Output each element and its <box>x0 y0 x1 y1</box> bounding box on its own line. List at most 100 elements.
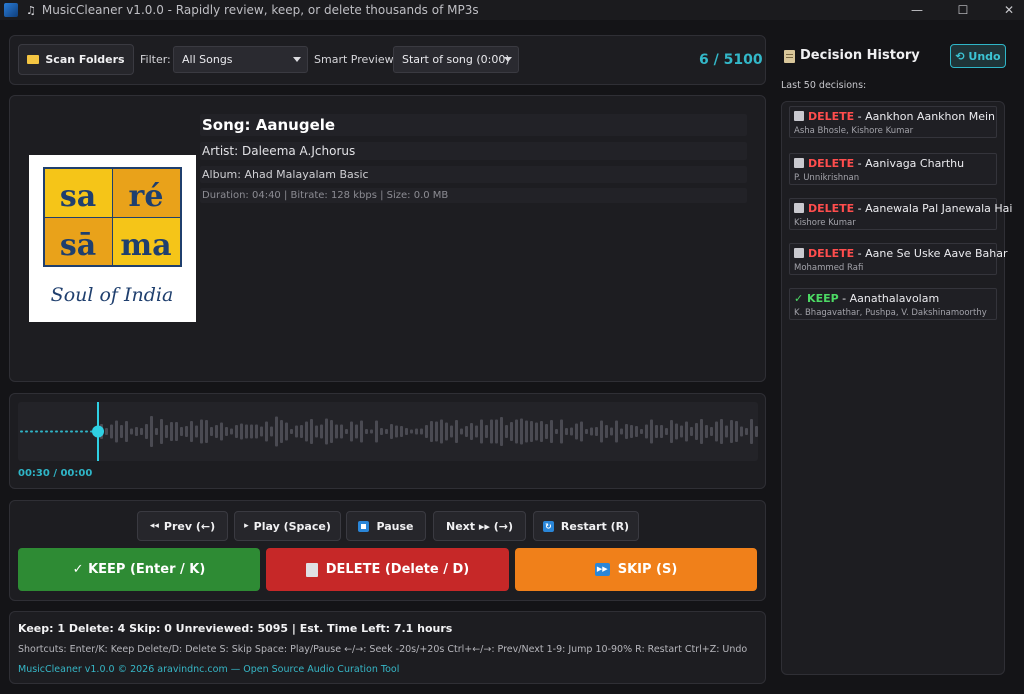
history-action: ✓ KEEP <box>794 292 839 305</box>
history-item[interactable]: DELETE - Aanivaga Charthu P. Unnikrishna… <box>789 153 997 185</box>
waveform-bar <box>210 427 213 436</box>
waveform-bar <box>60 430 63 433</box>
trash-icon <box>305 562 318 577</box>
waveform-bar <box>130 428 133 435</box>
waveform-bar <box>725 425 728 438</box>
waveform-bar <box>630 425 633 438</box>
waveform-bar <box>585 429 588 434</box>
waveform-bar <box>640 429 643 434</box>
waveform-bar <box>295 425 298 438</box>
chevron-down-icon <box>293 57 301 62</box>
next-label: Next ▸▸ (→) <box>446 519 513 533</box>
waveform-bar <box>230 428 233 435</box>
waveform-bar <box>150 416 153 447</box>
restart-button[interactable]: ↻ Restart (R) <box>533 511 639 541</box>
waveform-bar <box>680 425 683 438</box>
restart-label: Restart (R) <box>560 519 630 533</box>
waveform-bar <box>320 424 323 439</box>
waveform-bar <box>140 428 143 435</box>
waveform-bar <box>610 427 613 436</box>
history-artist: Mohammed Rafi <box>794 263 864 273</box>
waveform-bar <box>65 430 68 433</box>
waveform-bar <box>595 427 598 436</box>
waveform-bar <box>445 422 448 441</box>
waveform-bar <box>410 429 413 434</box>
waveform-bar <box>455 420 458 443</box>
history-item[interactable]: DELETE - Aanewala Pal Janewala Hai Kisho… <box>789 198 1012 230</box>
waveform-bar <box>475 425 478 438</box>
waveform-bar <box>685 421 688 442</box>
waveform-bar <box>755 426 758 437</box>
filter-select[interactable]: All Songs <box>173 46 308 73</box>
trash-icon <box>794 248 804 258</box>
maximize-button[interactable]: ☐ <box>940 0 986 20</box>
history-action: DELETE <box>808 157 855 170</box>
waveform-bar <box>735 421 738 442</box>
waveform-bar <box>285 422 288 441</box>
history-artist: K. Bhagavathar, Pushpa, V. Dakshinamoort… <box>794 308 987 318</box>
waveform-bar <box>690 427 693 436</box>
waveform-bar <box>660 425 663 438</box>
prev-button[interactable]: ◂◂ Prev (←) <box>137 511 228 541</box>
waveform-bar <box>85 430 88 433</box>
status-summary: Keep: 1 Delete: 4 Skip: 0 Unreviewed: 50… <box>18 622 453 635</box>
waveform-bar <box>405 428 408 435</box>
play-button[interactable]: ▸ Play (Space) <box>234 511 341 541</box>
waveform-bar <box>480 419 483 444</box>
skip-icon: ▶▶ <box>594 563 610 576</box>
waveform-track[interactable] <box>18 402 758 461</box>
waveform-bar <box>190 421 193 442</box>
waveform-bar <box>245 424 248 439</box>
trash-icon <box>794 158 804 168</box>
playhead-handle[interactable] <box>92 425 104 438</box>
scan-folders-button[interactable]: Scan Folders <box>18 44 134 75</box>
waveform-bar <box>315 425 318 438</box>
song-album: Album: Ahad Malayalam Basic <box>200 166 747 183</box>
waveform-bar <box>740 426 743 437</box>
next-button[interactable]: Next ▸▸ (→) <box>433 511 526 541</box>
filter-label: Filter: <box>140 53 171 66</box>
close-button[interactable]: ✕ <box>986 0 1024 20</box>
waveform-bar <box>55 430 58 433</box>
waveform-bar <box>395 425 398 438</box>
waveform-bar <box>265 421 268 442</box>
waveform-bar <box>120 425 123 438</box>
waveform-bar <box>115 420 118 443</box>
prev-label: Prev (←) <box>163 519 216 533</box>
waveform-bar <box>180 427 183 436</box>
waveform-bar <box>385 429 388 434</box>
pause-button[interactable]: Pause <box>346 511 426 541</box>
waveform-bar <box>110 424 113 439</box>
cover-text-sa: sa <box>60 179 96 214</box>
waveform-bar <box>700 419 703 444</box>
keep-button[interactable]: ✓ KEEP (Enter / K) <box>18 548 260 591</box>
waveform-bar <box>745 428 748 435</box>
waveform-bar <box>290 429 293 434</box>
waveform-bars[interactable] <box>18 402 758 461</box>
waveform-bar <box>345 429 348 434</box>
history-artist: P. Unnikrishnan <box>794 173 860 183</box>
waveform-bar <box>20 430 23 433</box>
skip-button[interactable]: ▶▶ SKIP (S) <box>515 548 757 591</box>
waveform-bar <box>380 428 383 435</box>
footer-text[interactable]: MusicCleaner v1.0.0 © 2026 aravindnc.com… <box>18 664 399 675</box>
saregama-logo: sa ré sā ma Soul of India <box>43 167 182 306</box>
smart-preview-select[interactable]: Start of song (0:00) <box>393 46 519 73</box>
history-item[interactable]: ✓ KEEP - Aanathalavolam K. Bhagavathar, … <box>789 288 997 320</box>
waveform-bar <box>565 428 568 435</box>
delete-button[interactable]: DELETE (Delete / D) <box>266 548 509 591</box>
waveform-bar <box>520 418 523 445</box>
minimize-button[interactable]: — <box>894 0 940 20</box>
waveform-bar <box>40 430 43 433</box>
history-item[interactable]: DELETE - Aane Se Uske Aave Bahar Mohamme… <box>789 243 1007 275</box>
rewind-icon: ◂◂ <box>149 521 159 531</box>
skip-label: SKIP (S) <box>617 562 678 577</box>
waveform-bar <box>620 428 623 435</box>
title-bar: ♫ MusicCleaner v1.0.0 - Rapidly review, … <box>0 0 1024 20</box>
keep-label: ✓ KEEP (Enter / K) <box>72 562 206 577</box>
history-list[interactable] <box>781 101 1005 675</box>
waveform-bar <box>750 419 753 444</box>
waveform-bar <box>355 424 358 439</box>
history-item[interactable]: DELETE - Aankhon Aankhon Mein Asha Bhosl… <box>789 106 997 138</box>
undo-button[interactable]: ⟲ Undo <box>950 44 1006 68</box>
